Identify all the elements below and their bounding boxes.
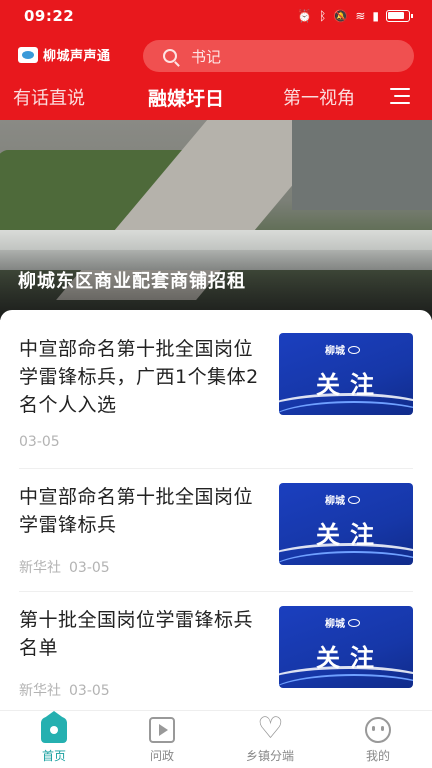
news-date: 03-05 [69,683,110,699]
menu-icon[interactable] [390,88,410,104]
app-logo[interactable]: 柳城声声通 [18,45,111,64]
thumb-logo: 柳城 [325,492,360,507]
hero-image-building [292,120,432,210]
news-thumbnail: 柳城 关注 [279,606,413,688]
tab-diyishijiao[interactable]: 第一视角 [283,84,355,110]
status-bar: 09:22 ⏰ ᛒ 🔕 ≋ ▮ [0,0,432,34]
nav-mine[interactable]: 我的 [338,717,418,764]
status-icons: ⏰ ᛒ 🔕 ≋ ▮ [297,9,413,23]
news-item[interactable]: 第十批全国岗位学雷锋标兵名单 新华社 03-05 柳城 关注 [0,592,432,710]
news-item[interactable]: 中宣部命名第十批全国岗位学雷锋标兵 新华社 03-05 柳城 关注 [0,469,432,591]
status-time: 09:22 [24,7,75,25]
face-icon [365,717,391,743]
hero-banner[interactable]: 柳城东区商业配套商铺招租 [0,120,432,320]
heart-icon [257,711,284,746]
news-title: 第十批全国岗位学雷锋标兵名单 [19,609,254,659]
wifi-icon: ≋ [355,9,366,23]
news-source: 新华社 [19,683,61,699]
bluetooth-icon: ᛒ [319,9,327,23]
app-header: 09:22 ⏰ ᛒ 🔕 ≋ ▮ 柳城声声通 书记 有话直说 融媒圩日 第一视角 [0,0,432,120]
nav-label: 我的 [365,749,390,763]
news-title: 中宣部命名第十批全国岗位学雷锋标兵，广西1个集体2名个人入选 [19,338,259,416]
video-icon [149,717,175,743]
thumb-logo: 柳城 [325,615,360,630]
search-bar[interactable]: 书记 [143,40,414,72]
nav-wenzheng[interactable]: 问政 [122,717,202,764]
search-icon [163,49,177,63]
news-thumbnail: 柳城 关注 [279,483,413,565]
hero-caption: 柳城东区商业配套商铺招租 [18,271,246,292]
news-meta: 新华社 03-05 [19,557,110,577]
search-input[interactable]: 书记 [191,46,221,67]
nav-label: 乡镇分端 [245,749,294,763]
battery-icon [386,10,413,22]
news-date: 03-05 [19,434,60,450]
nav-label: 首页 [41,749,66,763]
signal-icon: ▮ [372,9,379,23]
news-list: 中宣部命名第十批全国岗位学雷锋标兵，广西1个集体2名个人入选 03-05 柳城 … [0,310,432,710]
news-title: 中宣部命名第十批全国岗位学雷锋标兵 [19,486,254,536]
home-icon [41,711,67,743]
tab-youhuazhishuo[interactable]: 有话直说 [13,84,85,110]
news-meta: 新华社 03-05 [19,680,110,700]
thumb-logo: 柳城 [325,342,360,357]
news-item[interactable]: 中宣部命名第十批全国岗位学雷锋标兵，广西1个集体2名个人入选 03-05 柳城 … [0,310,432,468]
news-date: 03-05 [69,560,110,576]
news-thumbnail: 柳城 关注 [279,333,413,415]
tab-rongmeixuri[interactable]: 融媒圩日 [148,84,224,111]
news-source: 新华社 [19,560,61,576]
alarm-icon: ⏰ [297,9,313,23]
channel-tabs: 有话直说 融媒圩日 第一视角 [0,84,432,114]
logo-icon [18,46,38,63]
nav-township[interactable]: 乡镇分端 [230,711,310,764]
nav-label: 问政 [149,749,174,763]
logo-text: 柳城声声通 [43,49,111,64]
nav-home[interactable]: 首页 [14,711,94,764]
news-meta: 03-05 [19,434,60,450]
bottom-nav: 首页 问政 乡镇分端 我的 [0,710,432,768]
mute-icon: 🔕 [333,9,349,23]
